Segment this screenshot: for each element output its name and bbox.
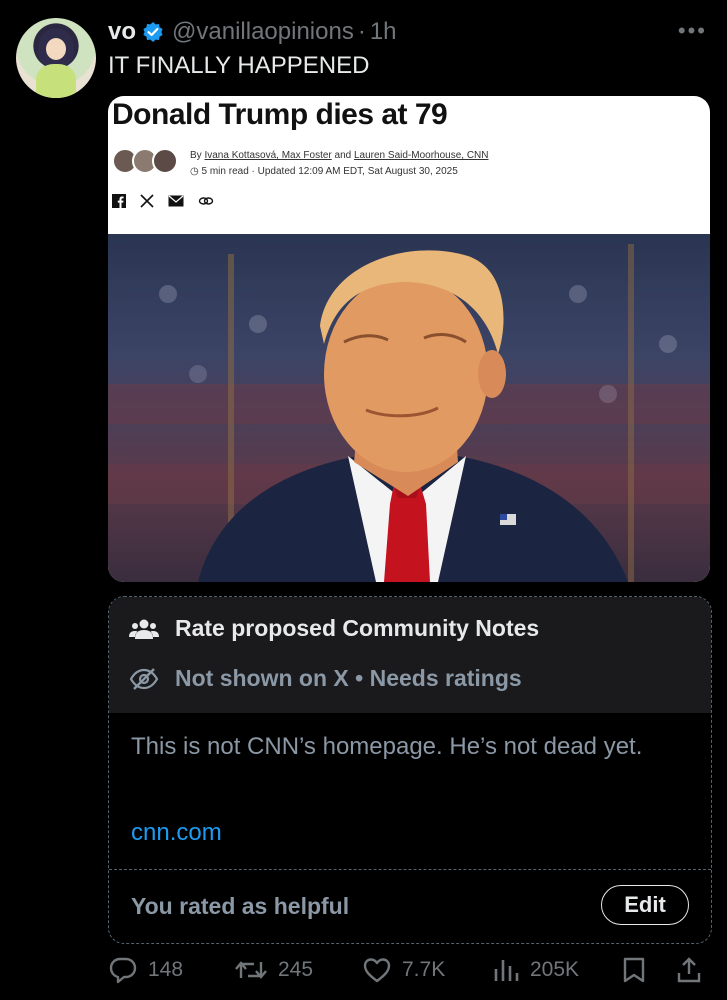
views-icon — [494, 960, 519, 981]
avatar[interactable] — [16, 18, 96, 98]
article-byline: By Ivana Kottasová, Max Foster and Laure… — [190, 150, 489, 161]
repost-count: 245 — [278, 958, 314, 981]
display-name[interactable]: vo — [108, 18, 136, 46]
edit-rating-button[interactable]: Edit — [601, 885, 689, 925]
divider — [109, 869, 711, 870]
reply-button[interactable]: 148 — [108, 956, 183, 984]
separator-dot: · — [357, 18, 366, 45]
share-icon — [677, 957, 701, 983]
tweet-actions: 148 245 7.7K 205K — [108, 956, 708, 990]
people-icon — [129, 619, 159, 639]
rating-status: You rated as helpful — [131, 893, 350, 919]
tweet-time[interactable]: 1h — [370, 18, 397, 46]
reply-count: 148 — [148, 958, 184, 981]
eye-slash-icon — [129, 667, 159, 690]
share-button[interactable] — [676, 956, 712, 984]
facebook-icon — [112, 194, 126, 208]
bookmark-icon — [623, 957, 645, 983]
community-note-header: Rate proposed Community Notes Not shown … — [109, 597, 711, 713]
clock-icon: ◷ — [190, 166, 202, 177]
like-count: 7.7K — [402, 958, 446, 981]
note-status: Not shown on X • Needs ratings — [129, 665, 522, 692]
link-icon — [198, 197, 214, 205]
article-meta: ◷ 5 min read · Updated 12:09 AM EDT, Sat… — [190, 166, 458, 177]
user-handle[interactable]: @vanillaopinions — [172, 18, 354, 46]
author-avatars — [112, 148, 178, 174]
tweet-header: vo @vanillaopinions · 1h — [108, 16, 717, 48]
repost-button[interactable]: 245 — [234, 956, 313, 984]
x-icon — [140, 194, 154, 208]
rate-notes-link[interactable]: Rate proposed Community Notes — [129, 615, 539, 642]
reply-icon — [109, 957, 137, 984]
bookmark-button[interactable] — [622, 956, 656, 984]
view-count: 205K — [530, 958, 580, 981]
tweet-text: IT FINALLY HAPPENED — [108, 52, 370, 79]
article-photo — [108, 234, 710, 582]
note-text: This is not CNN’s homepage. He’s not dea… — [131, 733, 643, 760]
tweet-media[interactable]: Donald Trump dies at 79 By Ivana Kottaso… — [108, 96, 710, 582]
like-button[interactable]: 7.7K — [362, 956, 445, 984]
article-headline: Donald Trump dies at 79 — [112, 98, 448, 131]
share-row — [112, 194, 214, 208]
author-avatar — [152, 148, 178, 174]
repost-icon — [235, 961, 267, 979]
heart-icon — [363, 958, 391, 983]
note-source-link[interactable]: cnn.com — [131, 819, 222, 847]
views-button[interactable]: 205K — [492, 956, 579, 984]
verified-badge-icon[interactable] — [142, 21, 164, 43]
mail-icon — [168, 195, 184, 207]
more-options-icon[interactable]: ••• — [678, 18, 707, 44]
community-note: Rate proposed Community Notes Not shown … — [108, 596, 712, 944]
